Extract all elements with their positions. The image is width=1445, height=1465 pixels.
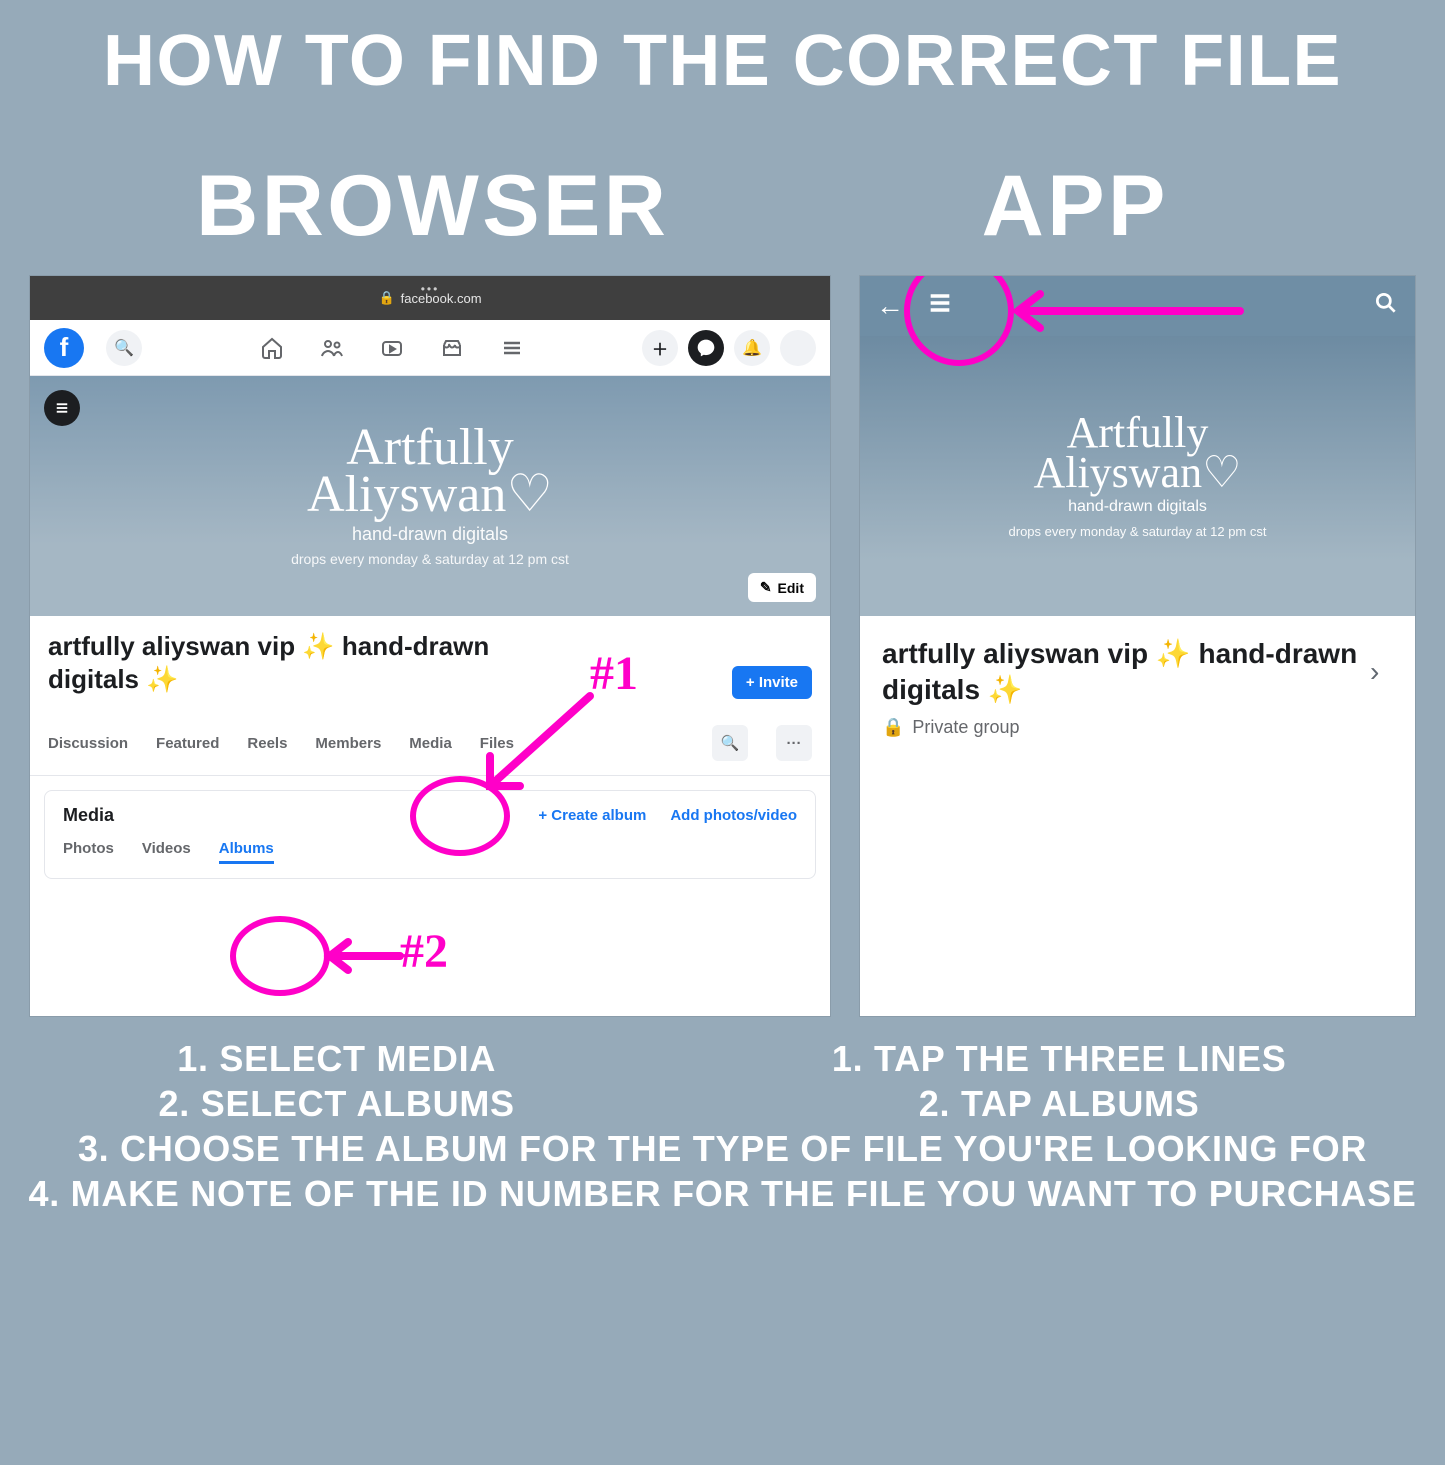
subtab-videos[interactable]: Videos: [142, 840, 191, 864]
col-label-app: APP: [982, 157, 1169, 256]
add-photos-link[interactable]: Add photos/video: [670, 807, 797, 824]
marketplace-icon[interactable]: [440, 336, 464, 360]
app-screenshot: ← Artfully Aliyswan♡ hand-drawn digitals…: [860, 276, 1415, 1016]
col-label-browser: BROWSER: [196, 157, 669, 256]
create-album-link[interactable]: + Create album: [538, 807, 646, 824]
search-icon[interactable]: 🔍: [106, 330, 142, 366]
tab-featured[interactable]: Featured: [156, 735, 219, 752]
group-tabs: Discussion Featured Reels Members Media …: [30, 705, 830, 776]
browser-screenshot: ••• 🔒 facebook.com f 🔍: [30, 276, 830, 1016]
cover-brand-line2: Aliyswan: [307, 466, 506, 523]
fb-header: f 🔍 ＋: [30, 320, 830, 376]
subtab-albums[interactable]: Albums: [219, 840, 274, 864]
cover-sub: hand-drawn digitals: [352, 524, 508, 545]
instruction-browser-1: 1. SELECT MEDIA: [159, 1036, 515, 1081]
app-group-title[interactable]: artfully aliyswan vip ✨ hand-drawn digit…: [882, 636, 1362, 709]
tab-members[interactable]: Members: [315, 735, 381, 752]
app-cover-sub: hand-drawn digitals: [1068, 498, 1207, 516]
back-icon[interactable]: ←: [876, 290, 904, 322]
pencil-icon: ✎: [760, 579, 772, 596]
invite-button[interactable]: + Invite: [732, 666, 812, 699]
facebook-logo-icon[interactable]: f: [44, 328, 84, 368]
profile-icon[interactable]: [780, 330, 816, 366]
annotation-circle-2: [230, 916, 330, 996]
notifications-icon[interactable]: 🔔: [734, 330, 770, 366]
headline: HOW TO FIND THE CORRECT FILE: [0, 20, 1445, 102]
instruction-shared-3: 3. CHOOSE THE ALBUM FOR THE TYPE OF FILE…: [0, 1126, 1445, 1171]
cover-sub2: drops every monday & saturday at 12 pm c…: [291, 551, 569, 567]
home-icon[interactable]: [260, 336, 284, 360]
tab-search-icon[interactable]: 🔍: [712, 725, 748, 761]
messenger-icon[interactable]: [688, 330, 724, 366]
tab-media[interactable]: Media: [409, 735, 452, 752]
app-cover: Artfully Aliyswan♡ hand-drawn digitals d…: [860, 336, 1415, 616]
instruction-browser-2: 2. SELECT ALBUMS: [159, 1081, 515, 1126]
watch-icon[interactable]: [380, 336, 404, 360]
app-header: ←: [860, 276, 1415, 336]
url-bar: ••• 🔒 facebook.com: [30, 276, 830, 320]
group-menu-icon[interactable]: [44, 390, 80, 426]
subtab-photos[interactable]: Photos: [63, 840, 114, 864]
create-icon[interactable]: ＋: [642, 330, 678, 366]
instruction-app-2: 2. TAP ALBUMS: [832, 1081, 1287, 1126]
app-cover-brand2: Aliyswan: [1033, 448, 1202, 497]
group-title: artfully aliyswan vip ✨ hand-drawn digit…: [48, 630, 528, 695]
edit-button[interactable]: ✎ Edit: [748, 573, 816, 602]
instruction-app-1: 1. TAP THE THREE LINES: [832, 1036, 1287, 1081]
tab-more-icon[interactable]: ···: [776, 725, 812, 761]
media-heading: Media: [63, 805, 114, 826]
tab-reels[interactable]: Reels: [247, 735, 287, 752]
media-card: Media + Create album Add photos/video Ph…: [44, 790, 816, 879]
chevron-right-icon[interactable]: ›: [1370, 656, 1379, 688]
edit-label: Edit: [778, 580, 804, 596]
annotation-label-2: #2: [400, 924, 448, 979]
annotation-arrow-2: [320, 936, 410, 976]
group-cover: Artfully Aliyswan♡ hand-drawn digitals d…: [30, 376, 830, 616]
tab-discussion[interactable]: Discussion: [48, 735, 128, 752]
instruction-shared-4: 4. MAKE NOTE OF THE ID NUMBER FOR THE FI…: [0, 1171, 1445, 1216]
private-label: Private group: [912, 717, 1019, 738]
friends-icon[interactable]: [320, 336, 344, 360]
tab-files[interactable]: Files: [480, 735, 514, 752]
hamburger-icon[interactable]: [926, 289, 954, 324]
search-icon[interactable]: [1373, 290, 1399, 323]
lock-icon: 🔒: [882, 717, 904, 738]
hamburger-icon[interactable]: [500, 336, 524, 360]
app-cover-sub2: drops every monday & saturday at 12 pm c…: [1009, 524, 1267, 539]
